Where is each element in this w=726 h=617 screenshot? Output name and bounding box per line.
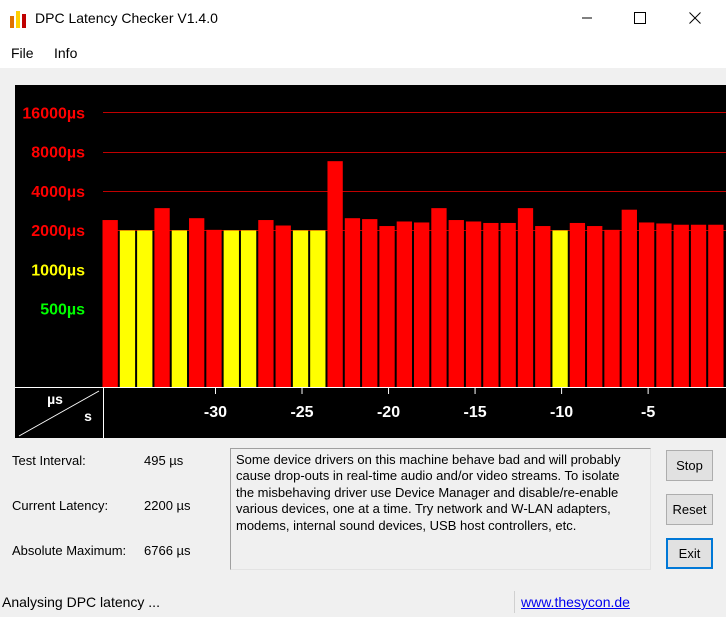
x-tick-label: -10 bbox=[550, 404, 573, 421]
test-interval-label: Test Interval: bbox=[12, 453, 86, 468]
y-unit-label: µs bbox=[47, 391, 63, 407]
latency-bar bbox=[604, 229, 620, 387]
latency-bar bbox=[362, 219, 378, 387]
minimize-button[interactable] bbox=[564, 0, 610, 36]
latency-bar bbox=[344, 218, 361, 387]
latency-bar bbox=[327, 161, 343, 387]
x-tick-label: -20 bbox=[377, 404, 400, 421]
latency-bar bbox=[414, 222, 430, 387]
latency-bar bbox=[379, 226, 395, 387]
latency-chart: 16000µs 8000µs 4000µs 2000µs 1000µs 500µs -30 -… bbox=[15, 85, 726, 438]
menu-file[interactable]: File bbox=[11, 45, 34, 61]
close-button[interactable] bbox=[672, 0, 718, 36]
x-unit-label: s bbox=[84, 408, 92, 424]
latency-bar bbox=[310, 230, 326, 387]
message-box: Some device drivers on this machine beha… bbox=[230, 448, 651, 570]
x-tick-label: -25 bbox=[290, 404, 313, 421]
latency-bar bbox=[206, 229, 222, 387]
latency-bar bbox=[708, 224, 724, 387]
x-tick-label: -30 bbox=[204, 404, 227, 421]
window-title: DPC Latency Checker V1.4.0 bbox=[35, 10, 218, 26]
latency-bar bbox=[621, 209, 637, 387]
test-interval-value: 495 µs bbox=[144, 453, 184, 468]
latency-bar bbox=[137, 230, 153, 387]
current-latency-value: 2200 µs bbox=[144, 498, 191, 513]
menu-info[interactable]: Info bbox=[54, 45, 77, 61]
latency-bar bbox=[500, 222, 516, 387]
current-latency-label: Current Latency: bbox=[12, 498, 109, 513]
latency-bar bbox=[223, 230, 239, 387]
minimize-icon bbox=[582, 17, 592, 19]
latency-bar bbox=[102, 220, 118, 387]
latency-bar bbox=[535, 226, 551, 387]
exit-button[interactable]: Exit bbox=[666, 538, 713, 569]
status-separator bbox=[514, 591, 515, 613]
latency-bar bbox=[552, 230, 568, 387]
absolute-maximum-value: 6766 µs bbox=[144, 543, 191, 558]
latency-bar bbox=[465, 221, 482, 387]
latency-bar bbox=[189, 218, 205, 387]
latency-bar bbox=[171, 230, 188, 387]
latency-bar bbox=[292, 230, 309, 387]
menu-bar: File Info bbox=[0, 38, 726, 69]
maximize-icon bbox=[634, 12, 646, 24]
bar-chart-app-icon bbox=[10, 11, 26, 28]
x-tick-label: -5 bbox=[641, 404, 655, 421]
latency-bar bbox=[483, 222, 499, 387]
stop-button[interactable]: Stop bbox=[666, 450, 713, 481]
absolute-maximum-label: Absolute Maximum: bbox=[12, 543, 127, 558]
status-text: Analysing DPC latency ... bbox=[2, 594, 160, 610]
latency-bar bbox=[275, 225, 291, 387]
close-icon bbox=[689, 12, 701, 24]
y-axis-label: 1000µs bbox=[31, 262, 85, 279]
latency-bar bbox=[587, 226, 603, 387]
reset-button[interactable]: Reset bbox=[666, 494, 713, 525]
maximize-button[interactable] bbox=[617, 0, 663, 36]
website-link[interactable]: www.thesycon.de bbox=[521, 594, 630, 610]
y-axis-label: 16000µs bbox=[22, 105, 85, 122]
x-tick-label: -15 bbox=[464, 404, 487, 421]
latency-bar bbox=[673, 224, 689, 387]
y-axis-label: 4000µs bbox=[31, 184, 85, 201]
title-bar: DPC Latency Checker V1.4.0 bbox=[0, 0, 726, 38]
latency-bar bbox=[638, 222, 655, 387]
latency-bar bbox=[569, 222, 586, 387]
latency-bar bbox=[448, 220, 464, 387]
latency-bar bbox=[517, 208, 534, 387]
latency-bar bbox=[119, 230, 136, 387]
latency-bar bbox=[240, 230, 257, 387]
latency-bar bbox=[431, 208, 447, 387]
latency-bar bbox=[656, 223, 672, 387]
latency-bar bbox=[396, 221, 412, 387]
latency-bar bbox=[154, 208, 170, 387]
message-text: Some device drivers on this machine beha… bbox=[236, 452, 621, 533]
y-axis-label: 8000µs bbox=[31, 145, 85, 162]
latency-bar bbox=[690, 224, 707, 387]
status-bar: Analysing DPC latency ... www.thesycon.d… bbox=[0, 587, 726, 617]
y-axis-label: 2000µs bbox=[31, 223, 85, 240]
latency-graph: 16000µs 8000µs 4000µs 2000µs 1000µs 500µs -30 -… bbox=[15, 85, 726, 438]
latency-bar bbox=[258, 220, 274, 387]
y-axis-label: 500µs bbox=[40, 302, 85, 319]
